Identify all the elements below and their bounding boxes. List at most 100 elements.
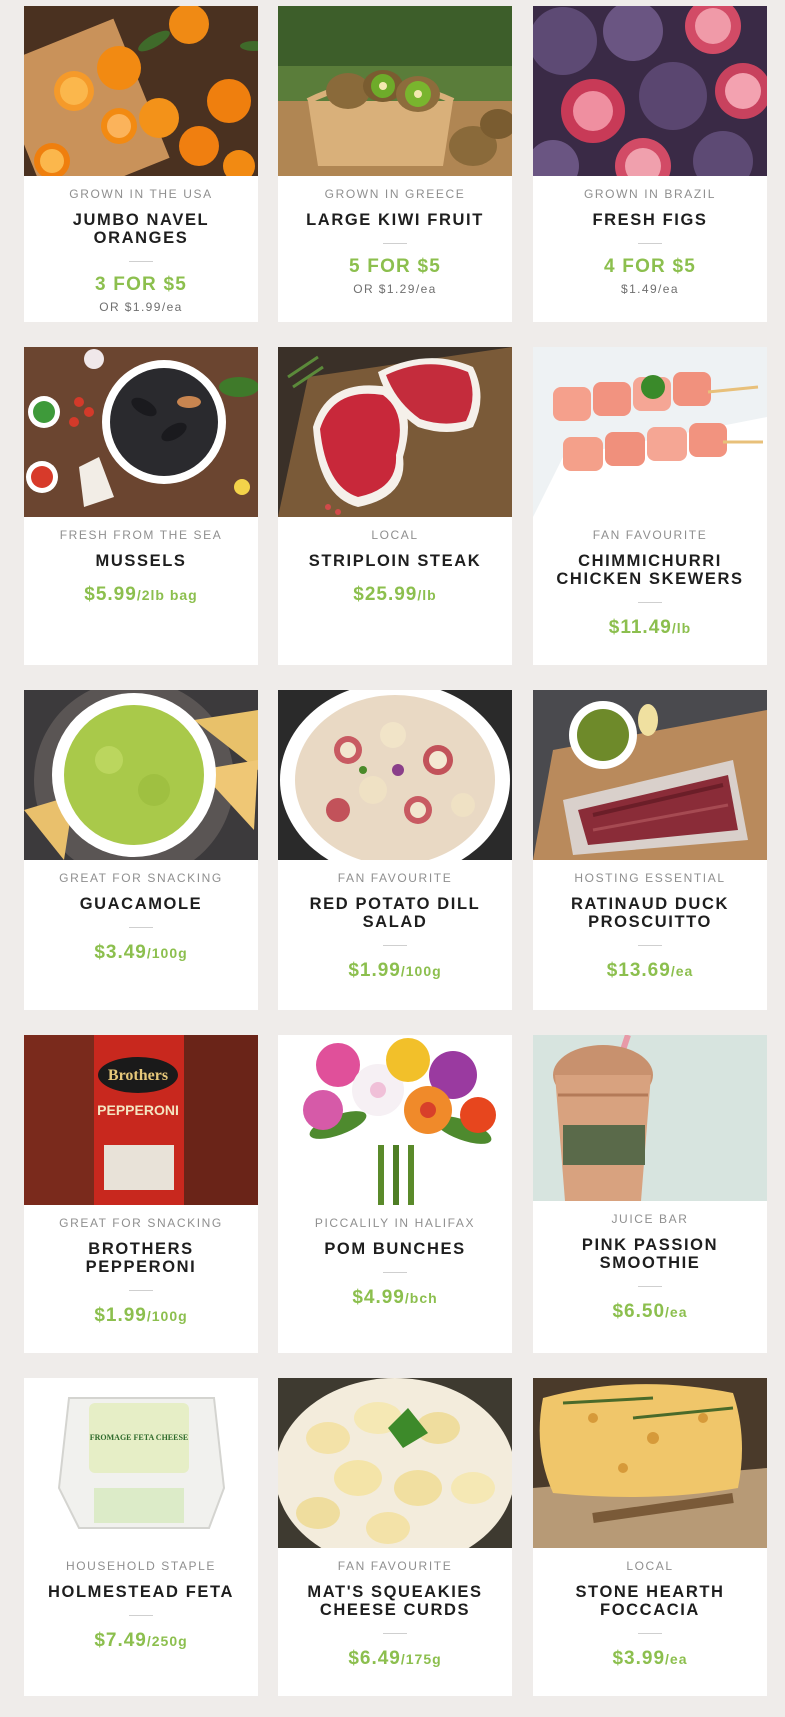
product-card-smoothie[interactable]: JUICE BAR PINK PASSION SMOOTHIE $6.50/ea [533, 1035, 767, 1353]
product-card-guacamole[interactable]: GREAT FOR SNACKING GUACAMOLE $3.49/100g [24, 690, 258, 1010]
product-price: $4.99/bch [278, 1287, 512, 1309]
figs-photo [533, 6, 767, 176]
product-name: POM BUNCHES [324, 1240, 466, 1258]
divider [129, 927, 153, 928]
product-price: $7.49/250g [24, 1630, 258, 1652]
product-price: $6.49/175g [278, 1648, 512, 1670]
product-origin: JUICE BAR [611, 1212, 689, 1226]
product-name: CHIMMICHURRI CHICKEN SKEWERS [556, 552, 744, 588]
product-card-feta[interactable]: FROMAGE FETA CHEESE HOUSEHOLD STAPLE HOL… [24, 1378, 258, 1696]
product-card-oranges[interactable]: GROWN IN THE USA JUMBO NAVEL ORANGES 3 F… [24, 6, 258, 322]
product-origin: FAN FAVOURITE [592, 528, 708, 542]
divider [638, 1633, 662, 1634]
product-deal: 3 FOR $5 [95, 274, 187, 295]
price-unit: /100g [146, 1308, 188, 1324]
divider [383, 945, 407, 946]
product-card-figs[interactable]: GROWN IN BRAZIL FRESH FIGS 4 FOR $5 $1.4… [533, 6, 767, 322]
product-origin: LOCAL [626, 1559, 674, 1573]
duck-proscuitto-photo [533, 690, 767, 860]
product-origin: GROWN IN BRAZIL [583, 187, 716, 201]
package-label-text: FROMAGE FETA CHEESE [90, 1433, 189, 1442]
oranges-photo [24, 6, 258, 176]
product-price: $11.49/lb [533, 617, 767, 639]
product-card-cheese-curds[interactable]: FAN FAVOURITE MAT'S SQUEAKIES CHEESE CUR… [278, 1378, 512, 1696]
product-card-duck-proscuitto[interactable]: HOSTING ESSENTIAL RATINAUD DUCK PROSCUIT… [533, 690, 767, 1010]
product-origin: GREAT FOR SNACKING [59, 871, 223, 885]
price-amount: $1.99 [348, 960, 401, 981]
price-unit: /bch [404, 1290, 438, 1306]
product-price: $25.99/lb [278, 584, 512, 606]
product-card-kiwi[interactable]: GROWN IN GREECE LARGE KIWI FRUIT 5 FOR $… [278, 6, 512, 322]
product-card-chicken-skewers[interactable]: FAN FAVOURITE CHIMMICHURRI CHICKEN SKEWE… [533, 347, 767, 665]
price-unit: /100g [400, 963, 442, 979]
product-origin: FAN FAVOURITE [337, 1559, 453, 1573]
price-unit: /250g [146, 1633, 188, 1649]
price-amount: $3.49 [94, 942, 147, 963]
product-name: STONE HEARTH FOCCACIA [575, 1583, 725, 1619]
product-origin: FAN FAVOURITE [337, 871, 453, 885]
product-card-mussels[interactable]: FRESH FROM THE SEA MUSSELS $5.99/2lb bag [24, 347, 258, 665]
product-origin: GROWN IN GREECE [324, 187, 466, 201]
product-origin: LOCAL [371, 528, 419, 542]
kiwi-photo [278, 6, 512, 176]
product-card-pepperoni[interactable]: Brothers PEPPERONI GREAT FOR SNACKING BR… [24, 1035, 258, 1353]
package-brand-text: Brothers [108, 1067, 168, 1084]
package-sub-text: PEPPERONI [97, 1102, 179, 1118]
price-amount: $11.49 [608, 617, 672, 638]
flowers-photo [278, 1035, 512, 1205]
price-unit: /lb [417, 587, 437, 603]
product-price: $3.49/100g [24, 942, 258, 964]
price-amount: $13.69 [606, 960, 671, 981]
divider [638, 945, 662, 946]
product-deal: 5 FOR $5 [349, 256, 441, 277]
product-card-potato-salad[interactable]: FAN FAVOURITE RED POTATO DILL SALAD $1.9… [278, 690, 512, 1010]
product-card-steak[interactable]: LOCAL STRIPLOIN STEAK $25.99/lb [278, 347, 512, 665]
pepperoni-photo: Brothers PEPPERONI [24, 1035, 258, 1205]
product-price: $3.99/ea [533, 1648, 767, 1670]
product-grid: GROWN IN THE USA JUMBO NAVEL ORANGES 3 F… [0, 0, 785, 1717]
price-unit: /ea [665, 1651, 688, 1667]
smoothie-photo [533, 1035, 767, 1201]
potato-salad-photo [278, 690, 512, 860]
chicken-skewers-photo [533, 347, 767, 517]
price-amount: $5.99 [84, 584, 137, 605]
product-name: GUACAMOLE [79, 895, 203, 913]
product-card-foccacia[interactable]: LOCAL STONE HEARTH FOCCACIA $3.99/ea [533, 1378, 767, 1696]
product-name: HOLMESTEAD FETA [48, 1583, 234, 1601]
mussels-photo [24, 347, 258, 517]
product-deal-sub: $1.49/ea [621, 282, 679, 296]
product-name: BROTHERS PEPPERONI [85, 1240, 197, 1276]
product-origin: FRESH FROM THE SEA [59, 528, 223, 542]
price-unit: /175g [400, 1651, 442, 1667]
product-origin: HOSTING ESSENTIAL [574, 871, 726, 885]
product-name: LARGE KIWI FRUIT [306, 211, 484, 229]
product-card-flowers[interactable]: PICCALILY IN HALIFAX POM BUNCHES $4.99/b… [278, 1035, 512, 1353]
foccacia-photo [533, 1378, 767, 1548]
price-amount: $6.50 [612, 1301, 666, 1322]
cheese-curds-photo [278, 1378, 512, 1548]
price-amount: $4.99 [352, 1287, 405, 1308]
product-deal: 4 FOR $5 [604, 256, 696, 277]
product-price: $1.99/100g [24, 1305, 258, 1327]
product-name: RED POTATO DILL SALAD [309, 895, 481, 931]
product-deal-sub: OR $1.29/ea [353, 282, 437, 296]
divider [129, 261, 153, 262]
product-origin: PICCALILY IN HALIFAX [314, 1216, 476, 1230]
price-amount: $6.49 [348, 1648, 401, 1669]
divider [638, 1286, 662, 1287]
guacamole-photo [24, 690, 258, 860]
product-origin: GREAT FOR SNACKING [59, 1216, 223, 1230]
divider [383, 243, 407, 244]
price-unit: /100g [146, 945, 188, 961]
product-name: PINK PASSION SMOOTHIE [581, 1236, 719, 1272]
product-price: $5.99/2lb bag [24, 584, 258, 606]
feta-photo: FROMAGE FETA CHEESE [24, 1378, 258, 1548]
steak-photo [278, 347, 512, 517]
price-unit: /2lb bag [136, 587, 198, 603]
product-name: STRIPLOIN STEAK [308, 552, 482, 570]
price-unit: /ea [665, 1304, 688, 1320]
product-price: $13.69/ea [533, 960, 767, 982]
product-name: JUMBO NAVEL ORANGES [72, 211, 210, 247]
price-amount: $3.99 [612, 1648, 666, 1669]
price-unit: /lb [671, 620, 692, 636]
